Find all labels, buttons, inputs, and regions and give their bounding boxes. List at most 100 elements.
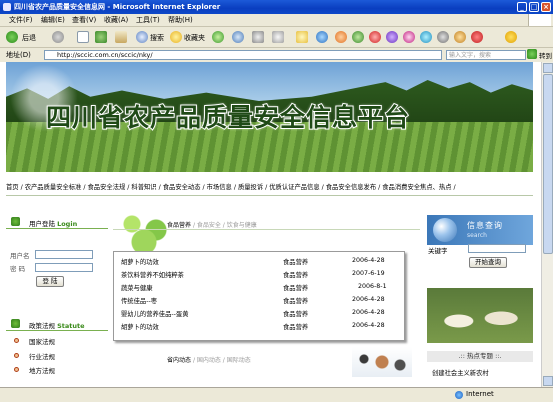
bullet-icon: [14, 367, 19, 372]
back-label[interactable]: 后退: [22, 33, 36, 43]
tab-province-news[interactable]: 省内动态: [167, 357, 191, 364]
messenger-icon[interactable]: [316, 31, 328, 43]
login-heading: 用户登陆 Login: [29, 218, 77, 228]
article-date: 2006-4-28: [352, 322, 385, 329]
article-title[interactable]: 蔬菜与健康: [121, 283, 152, 292]
article-category: 食品营养: [283, 324, 309, 331]
mail-icon[interactable]: [232, 31, 244, 43]
scroll-down-button[interactable]: [543, 376, 553, 386]
article-title[interactable]: 婴幼儿的营养佳品--蛋黄: [121, 309, 189, 318]
smiley-icon[interactable]: [505, 31, 517, 43]
internet-zone-icon: [455, 391, 463, 399]
edit-icon[interactable]: [272, 31, 284, 43]
article-title[interactable]: 胡萝卜的功效: [121, 257, 159, 266]
laws-subtitle: Statute: [57, 322, 85, 330]
tab-other-news[interactable]: / 国内动态 / 国际动态: [193, 357, 251, 364]
menu-tools[interactable]: 工具(T): [136, 15, 160, 25]
tab-others[interactable]: / 食品安全 / 饮食与健康: [193, 222, 257, 229]
list-item[interactable]: 胡萝卜的功效 食品营养 2006-4-28: [114, 257, 404, 269]
forward-icon[interactable]: [52, 31, 64, 43]
law-item-local[interactable]: 地方法规: [29, 365, 55, 375]
close-button[interactable]: ×: [541, 2, 551, 12]
page-content: 四川省农产品质量安全信息平台 首页 / 农产品质量安全标准 / 食品安全法规 /…: [0, 62, 541, 387]
tool-icon-7[interactable]: [437, 31, 449, 43]
article-title[interactable]: 茶饮料营养不如纯粹茶: [121, 270, 184, 279]
ie-icon: [3, 3, 11, 11]
tab-nutrition[interactable]: 食品营养: [167, 222, 191, 229]
query-button[interactable]: 开始查询: [469, 257, 507, 268]
login-divider: [6, 228, 108, 229]
tool-icon-4[interactable]: [386, 31, 398, 43]
scroll-up-button[interactable]: [543, 63, 553, 73]
laws-heading: 政策法规 Statute: [29, 320, 85, 330]
tool-icon-3[interactable]: [369, 31, 381, 43]
scroll-thumb[interactable]: [543, 74, 553, 254]
refresh-icon[interactable]: [95, 31, 107, 43]
article-title[interactable]: 胡萝卜的功效: [121, 322, 159, 331]
list-item[interactable]: 茶饮料营养不如纯粹茶 食品营养 2007-6-19: [114, 270, 404, 282]
list-item[interactable]: 胡萝卜的功效 食品营养 2006-4-28: [114, 322, 404, 334]
history-icon[interactable]: [212, 31, 224, 43]
login-title: 用户登陆: [29, 220, 55, 228]
keyword-input[interactable]: [468, 244, 526, 253]
zone-label: Internet: [466, 390, 494, 398]
sheep-photo: [427, 288, 533, 343]
go-button[interactable]: 转到: [539, 50, 552, 60]
home-icon[interactable]: [115, 31, 127, 43]
maximize-button[interactable]: □: [529, 2, 539, 12]
tool-icon-6[interactable]: [420, 31, 432, 43]
list-item[interactable]: 传统佳品--枣 食品营养 2006-4-28: [114, 296, 404, 308]
back-icon[interactable]: [6, 31, 18, 43]
go-icon[interactable]: [527, 49, 537, 59]
print-icon[interactable]: [252, 31, 264, 43]
favorites-label[interactable]: 收藏夹: [184, 33, 205, 43]
favorites-icon[interactable]: [170, 31, 182, 43]
minimize-button[interactable]: _: [517, 2, 527, 12]
news-tabs[interactable]: 省内动态 / 国内动态 / 国际动态: [167, 355, 251, 364]
article-category: 食品营养: [283, 311, 309, 318]
search-icon[interactable]: [136, 31, 148, 43]
law-item-national[interactable]: 国家法规: [29, 336, 55, 346]
login-button[interactable]: 登 陆: [36, 276, 64, 287]
article-list-panel: 胡萝卜的功效 食品营养 2006-4-28 茶饮料营养不如纯粹茶 食品营养 20…: [113, 251, 405, 341]
tool-icon-9[interactable]: [471, 31, 483, 43]
tool-icon-5[interactable]: [403, 31, 415, 43]
menu-edit[interactable]: 编辑(E): [41, 15, 65, 25]
login-subtitle: Login: [57, 220, 78, 228]
tool-icon-8[interactable]: [454, 31, 466, 43]
menu-file[interactable]: 文件(F): [9, 15, 33, 25]
toolbar-search-input[interactable]: 输入文字，搜索: [446, 50, 526, 60]
menu-favorites[interactable]: 收藏(A): [104, 15, 128, 25]
article-date: 2006-4-28: [352, 296, 385, 303]
article-category: 食品营养: [283, 285, 309, 292]
menu-help[interactable]: 帮助(H): [168, 15, 193, 25]
vertical-scrollbar[interactable]: [541, 62, 553, 387]
article-title[interactable]: 传统佳品--枣: [121, 296, 157, 305]
hot-topics-header: .:: 热点专题 ::.: [427, 351, 533, 362]
info-query-header: 信息查询 search: [427, 215, 533, 245]
info-query-title: 信息查询: [467, 221, 503, 230]
title-bar: 四川省农产品质量安全信息网 - Microsoft Internet Explo…: [0, 0, 553, 14]
article-category: 食品营养: [283, 298, 309, 305]
laws-divider: [6, 330, 108, 331]
tool-icon-1[interactable]: [335, 31, 347, 43]
tool-icon-2[interactable]: [352, 31, 364, 43]
folder-icon[interactable]: [296, 31, 308, 43]
bullet-icon: [14, 353, 19, 358]
info-query-subtitle: search: [467, 232, 487, 239]
search-label[interactable]: 搜索: [150, 33, 164, 43]
address-input[interactable]: http://sccic.com.cn/sccic/nky/: [44, 50, 442, 60]
stop-icon[interactable]: [77, 31, 89, 43]
password-input[interactable]: [35, 263, 93, 272]
menu-view[interactable]: 查看(V): [72, 15, 96, 25]
hot-topic-item[interactable]: 创建社会主义新农村: [432, 368, 489, 377]
tabs-divider: [113, 229, 420, 230]
login-icon: [11, 217, 20, 226]
window-title: 四川省农产品质量安全信息网 - Microsoft Internet Explo…: [14, 3, 221, 11]
list-item[interactable]: 蔬菜与健康 食品营养 2006-8-1: [114, 283, 404, 295]
list-item[interactable]: 婴幼儿的营养佳品--蛋黄 食品营养 2006-4-28: [114, 309, 404, 321]
nutrition-tabs[interactable]: 食品营养 / 食品安全 / 饮食与健康: [167, 220, 257, 229]
username-input[interactable]: [35, 250, 93, 259]
law-item-industry[interactable]: 行业法规: [29, 351, 55, 361]
main-nav[interactable]: 首页 / 农产品质量安全标准 / 食品安全法规 / 科普知识 / 食品安全动态 …: [6, 182, 533, 192]
